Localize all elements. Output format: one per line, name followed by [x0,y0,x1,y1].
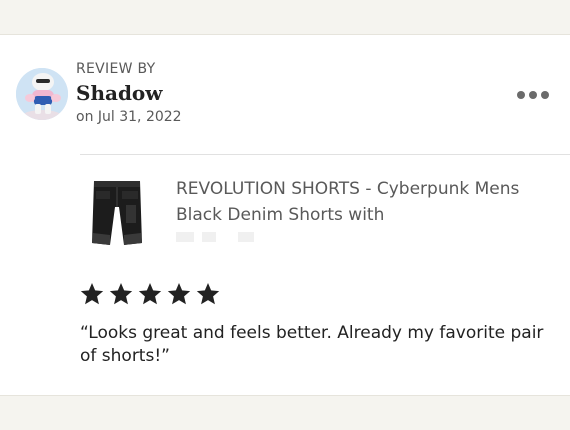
more-options-icon [541,91,549,99]
more-options-icon [529,91,537,99]
product-title-link[interactable]: REVOLUTION SHORTS - Cyberpunk Mens Black… [176,176,546,228]
bottom-background-strip [0,395,570,430]
more-options-button[interactable] [511,84,555,106]
avatar-image [16,68,68,120]
top-background-strip [0,0,570,35]
product-thumbnail[interactable] [86,177,150,247]
star-icon [167,282,191,305]
reviewer-avatar[interactable] [16,68,68,120]
star-icon [109,282,133,305]
star-icon [138,282,162,305]
divider [80,154,570,155]
star-rating [79,281,221,311]
review-text: “Looks great and feels better. Already m… [80,323,544,366]
faded-text-overflow [176,232,254,242]
review-by-label: REVIEW BY [76,61,156,77]
star-icon [80,282,104,305]
more-options-icon [517,91,525,99]
review-date: on Jul 31, 2022 [76,109,182,125]
black-denim-shorts-thumbnail [92,181,142,245]
review-card: REVIEW BY Shadow on Jul 31, 2022 REVOLUT… [0,35,570,395]
star-icon [196,282,220,305]
reviewer-name[interactable]: Shadow [76,81,162,105]
